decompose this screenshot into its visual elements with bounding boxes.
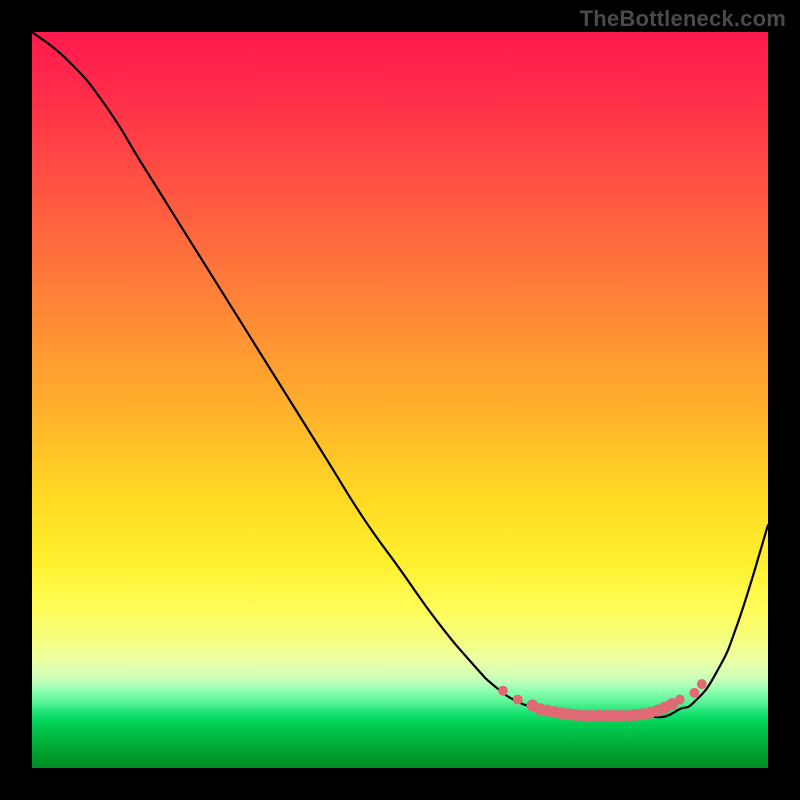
highlight-dots-group <box>498 679 707 722</box>
chart-frame: TheBottleneck.com <box>0 0 800 800</box>
attribution-text: TheBottleneck.com <box>580 6 786 32</box>
highlight-dot <box>697 679 707 689</box>
plot-area <box>32 32 768 768</box>
highlight-dot <box>513 695 523 705</box>
chart-svg <box>32 32 768 768</box>
highlight-dot <box>675 695 685 705</box>
highlight-dot <box>498 686 508 696</box>
highlight-dot <box>689 688 699 698</box>
bottleneck-curve <box>32 32 768 717</box>
